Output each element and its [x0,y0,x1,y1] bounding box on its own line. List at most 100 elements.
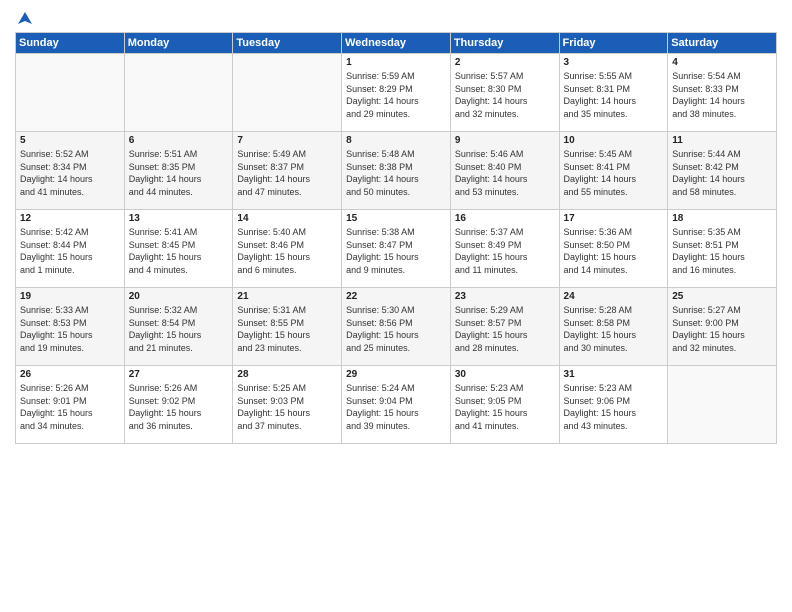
day-header-tuesday: Tuesday [233,33,342,54]
day-cell: 9 Sunrise: 5:46 AM Sunset: 8:40 PM Daylig… [450,132,559,210]
day-cell: 29 Sunrise: 5:24 AM Sunset: 9:04 PM Dayli… [342,366,451,444]
day-cell: 1Sunrise: 5:59 AM Sunset: 8:29 PM Daylig… [342,54,451,132]
day-cell [668,366,777,444]
day-info: Sunrise: 5:57 AM Sunset: 8:30 PM Dayligh… [455,70,555,120]
day-cell: 27Sunrise: 5:26 AM Sunset: 9:02 PM Dayli… [124,366,233,444]
day-header-monday: Monday [124,33,233,54]
day-cell: 4 Sunrise: 5:54 AM Sunset: 8:33 PM Daylig… [668,54,777,132]
day-info: Sunrise: 5:42 AM Sunset: 8:44 PM Dayligh… [20,226,120,276]
day-info: Sunrise: 5:49 AM Sunset: 8:37 PM Dayligh… [237,148,337,198]
day-cell: 28 Sunrise: 5:25 AM Sunset: 9:03 PM Dayli… [233,366,342,444]
day-cell: 25 Sunrise: 5:27 AM Sunset: 9:00 PM Dayli… [668,288,777,366]
day-number: 6 [129,135,229,146]
logo [15,10,34,24]
day-number: 29 [346,369,446,380]
day-number: 16 [455,213,555,224]
day-info: Sunrise: 5:29 AM Sunset: 8:57 PM Dayligh… [455,304,555,354]
day-info: Sunrise: 5:24 AM Sunset: 9:04 PM Dayligh… [346,382,446,432]
day-info: Sunrise: 5:26 AM Sunset: 9:02 PM Dayligh… [129,382,229,432]
day-info: Sunrise: 5:31 AM Sunset: 8:55 PM Dayligh… [237,304,337,354]
day-cell: 8 Sunrise: 5:48 AM Sunset: 8:38 PM Daylig… [342,132,451,210]
day-number: 23 [455,291,555,302]
day-cell: 13 Sunrise: 5:41 AM Sunset: 8:45 PM Dayli… [124,210,233,288]
day-cell: 3Sunrise: 5:55 AM Sunset: 8:31 PM Daylig… [559,54,668,132]
day-number: 3 [564,57,664,68]
day-number: 11 [672,135,772,146]
day-number: 14 [237,213,337,224]
day-cell: 26Sunrise: 5:26 AM Sunset: 9:01 PM Dayli… [16,366,125,444]
day-header-wednesday: Wednesday [342,33,451,54]
day-info: Sunrise: 5:23 AM Sunset: 9:06 PM Dayligh… [564,382,664,432]
day-info: Sunrise: 5:32 AM Sunset: 8:54 PM Dayligh… [129,304,229,354]
day-cell: 21 Sunrise: 5:31 AM Sunset: 8:55 PM Dayli… [233,288,342,366]
day-number: 28 [237,369,337,380]
day-cell: 2 Sunrise: 5:57 AM Sunset: 8:30 PM Daylig… [450,54,559,132]
day-number: 2 [455,57,555,68]
day-info: Sunrise: 5:27 AM Sunset: 9:00 PM Dayligh… [672,304,772,354]
day-info: Sunrise: 5:48 AM Sunset: 8:38 PM Dayligh… [346,148,446,198]
day-info: Sunrise: 5:44 AM Sunset: 8:42 PM Dayligh… [672,148,772,198]
day-number: 8 [346,135,446,146]
day-info: Sunrise: 5:26 AM Sunset: 9:01 PM Dayligh… [20,382,120,432]
day-info: Sunrise: 5:41 AM Sunset: 8:45 PM Dayligh… [129,226,229,276]
day-number: 25 [672,291,772,302]
header-row: SundayMondayTuesdayWednesdayThursdayFrid… [16,33,777,54]
day-cell: 6 Sunrise: 5:51 AM Sunset: 8:35 PM Daylig… [124,132,233,210]
day-info: Sunrise: 5:46 AM Sunset: 8:40 PM Dayligh… [455,148,555,198]
header [15,10,777,24]
day-info: Sunrise: 5:33 AM Sunset: 8:53 PM Dayligh… [20,304,120,354]
day-number: 7 [237,135,337,146]
day-cell: 23 Sunrise: 5:29 AM Sunset: 8:57 PM Dayli… [450,288,559,366]
day-info: Sunrise: 5:59 AM Sunset: 8:29 PM Dayligh… [346,70,446,120]
day-info: Sunrise: 5:30 AM Sunset: 8:56 PM Dayligh… [346,304,446,354]
day-number: 12 [20,213,120,224]
day-number: 13 [129,213,229,224]
day-cell: 22 Sunrise: 5:30 AM Sunset: 8:56 PM Dayli… [342,288,451,366]
day-cell [233,54,342,132]
day-cell: 12 Sunrise: 5:42 AM Sunset: 8:44 PM Dayli… [16,210,125,288]
day-info: Sunrise: 5:40 AM Sunset: 8:46 PM Dayligh… [237,226,337,276]
day-info: Sunrise: 5:35 AM Sunset: 8:51 PM Dayligh… [672,226,772,276]
day-number: 24 [564,291,664,302]
day-number: 4 [672,57,772,68]
logo-icon [16,10,34,28]
day-cell: 14 Sunrise: 5:40 AM Sunset: 8:46 PM Dayli… [233,210,342,288]
page-container: SundayMondayTuesdayWednesdayThursdayFrid… [0,0,792,612]
day-cell: 15Sunrise: 5:38 AM Sunset: 8:47 PM Dayli… [342,210,451,288]
day-cell: 19 Sunrise: 5:33 AM Sunset: 8:53 PM Dayli… [16,288,125,366]
day-info: Sunrise: 5:45 AM Sunset: 8:41 PM Dayligh… [564,148,664,198]
calendar-table: SundayMondayTuesdayWednesdayThursdayFrid… [15,32,777,444]
day-info: Sunrise: 5:25 AM Sunset: 9:03 PM Dayligh… [237,382,337,432]
day-header-sunday: Sunday [16,33,125,54]
day-number: 31 [564,369,664,380]
day-number: 21 [237,291,337,302]
day-cell: 11 Sunrise: 5:44 AM Sunset: 8:42 PM Dayli… [668,132,777,210]
day-number: 20 [129,291,229,302]
day-info: Sunrise: 5:28 AM Sunset: 8:58 PM Dayligh… [564,304,664,354]
day-info: Sunrise: 5:37 AM Sunset: 8:49 PM Dayligh… [455,226,555,276]
day-cell [124,54,233,132]
day-info: Sunrise: 5:54 AM Sunset: 8:33 PM Dayligh… [672,70,772,120]
day-number: 15 [346,213,446,224]
day-cell: 16 Sunrise: 5:37 AM Sunset: 8:49 PM Dayli… [450,210,559,288]
day-cell: 31 Sunrise: 5:23 AM Sunset: 9:06 PM Dayli… [559,366,668,444]
day-cell: 10 Sunrise: 5:45 AM Sunset: 8:41 PM Dayli… [559,132,668,210]
day-cell: 20 Sunrise: 5:32 AM Sunset: 8:54 PM Dayli… [124,288,233,366]
day-number: 5 [20,135,120,146]
day-number: 18 [672,213,772,224]
day-info: Sunrise: 5:51 AM Sunset: 8:35 PM Dayligh… [129,148,229,198]
day-number: 30 [455,369,555,380]
day-number: 19 [20,291,120,302]
day-info: Sunrise: 5:23 AM Sunset: 9:05 PM Dayligh… [455,382,555,432]
day-header-thursday: Thursday [450,33,559,54]
week-row-4: 19 Sunrise: 5:33 AM Sunset: 8:53 PM Dayli… [16,288,777,366]
day-cell: 17Sunrise: 5:36 AM Sunset: 8:50 PM Dayli… [559,210,668,288]
day-cell: 24 Sunrise: 5:28 AM Sunset: 8:58 PM Dayli… [559,288,668,366]
day-number: 10 [564,135,664,146]
day-number: 9 [455,135,555,146]
week-row-5: 26Sunrise: 5:26 AM Sunset: 9:01 PM Dayli… [16,366,777,444]
week-row-2: 5Sunrise: 5:52 AM Sunset: 8:34 PM Daylig… [16,132,777,210]
day-cell [16,54,125,132]
day-number: 17 [564,213,664,224]
day-number: 22 [346,291,446,302]
